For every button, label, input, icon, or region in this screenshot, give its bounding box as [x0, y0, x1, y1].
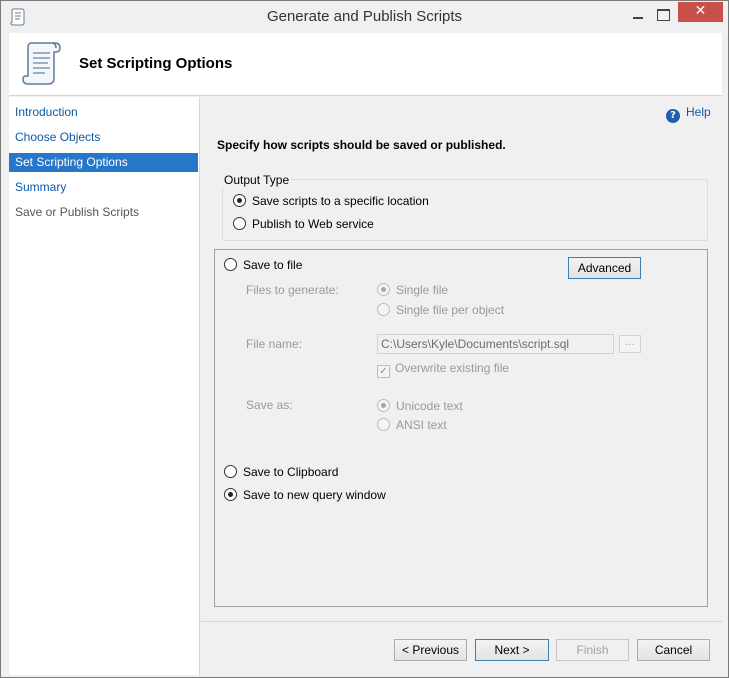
help-label: Help [686, 105, 711, 119]
output-type-legend: Output Type [222, 173, 292, 187]
page-subtitle: Specify how scripts should be saved or p… [217, 138, 506, 152]
close-button[interactable]: ✕ [678, 2, 723, 22]
file-name-input: C:\Users\Kyle\Documents\script.sql [377, 334, 614, 354]
previous-button[interactable]: < Previous [394, 639, 467, 661]
radio-label: Publish to Web service [252, 217, 374, 231]
minimize-button[interactable] [629, 5, 649, 23]
radio-label: Single file per object [396, 303, 505, 317]
radio-single-file: Single file [377, 283, 448, 297]
radio-label: Single file [396, 283, 449, 297]
radio-save-to-file[interactable]: Save to file [224, 258, 302, 272]
radio-button[interactable] [233, 217, 246, 230]
checkbox-checked: ✓ [377, 365, 390, 378]
radio-unicode-text: Unicode text [377, 399, 463, 413]
help-link[interactable]: ? Help [666, 105, 711, 123]
radio-single-file-per-object: Single file per object [377, 303, 504, 317]
radio-button-checked [377, 283, 390, 296]
save-as-label: Save as: [246, 398, 293, 412]
radio-button-checked[interactable] [224, 488, 237, 501]
title-bar[interactable]: Generate and Publish Scripts ✕ [1, 1, 728, 33]
radio-label: Save to file [243, 258, 303, 272]
file-name-label: File name: [246, 337, 303, 351]
sidebar-item-summary[interactable]: Summary [9, 178, 198, 197]
radio-button[interactable] [224, 465, 237, 478]
maximize-button[interactable] [653, 5, 673, 23]
overwrite-checkbox-row: ✓ Overwrite existing file [377, 361, 509, 378]
radio-button[interactable] [224, 258, 237, 271]
window-title: Generate and Publish Scripts [266, 8, 463, 25]
advanced-button[interactable]: Advanced [568, 257, 641, 279]
wizard-window: Generate and Publish Scripts ✕ Set Scrip… [0, 0, 729, 678]
scroll-icon [22, 42, 61, 85]
output-type-group [222, 179, 708, 241]
radio-save-to-clipboard[interactable]: Save to Clipboard [224, 465, 338, 479]
checkbox-label: Overwrite existing file [395, 361, 510, 375]
radio-button-checked[interactable] [233, 194, 246, 207]
radio-label: Save scripts to a specific location [252, 194, 429, 208]
sidebar-item-set-scripting-options[interactable]: Set Scripting Options [9, 153, 198, 172]
radio-label: Save to new query window [243, 488, 386, 502]
finish-button: Finish [556, 639, 629, 661]
footer-divider [201, 621, 722, 622]
browse-button: ... [619, 335, 641, 353]
radio-publish-web-service[interactable]: Publish to Web service [233, 217, 374, 231]
radio-button [377, 418, 390, 431]
cancel-button[interactable]: Cancel [637, 639, 710, 661]
radio-button [377, 303, 390, 316]
page-title: Set Scripting Options [79, 55, 233, 72]
radio-label: Save to Clipboard [243, 465, 339, 479]
radio-save-to-query-window[interactable]: Save to new query window [224, 488, 386, 502]
sidebar-item-save-or-publish: Save or Publish Scripts [15, 205, 140, 219]
radio-button-checked [377, 399, 390, 412]
radio-save-to-location[interactable]: Save scripts to a specific location [233, 194, 429, 208]
sidebar-item-choose-objects[interactable]: Choose Objects [9, 128, 198, 147]
radio-label: Unicode text [396, 399, 463, 413]
radio-ansi-text: ANSI text [377, 418, 447, 432]
main-content: ? Help Specify how scripts should be save… [201, 97, 722, 675]
help-icon: ? [666, 109, 680, 123]
wizard-sidebar: Introduction Choose Objects Set Scriptin… [9, 97, 200, 675]
radio-label: ANSI text [396, 418, 447, 432]
sidebar-item-introduction[interactable]: Introduction [9, 103, 198, 122]
next-button[interactable]: Next > [475, 639, 549, 661]
page-header: Set Scripting Options [9, 33, 722, 96]
files-to-generate-label: Files to generate: [246, 283, 339, 297]
